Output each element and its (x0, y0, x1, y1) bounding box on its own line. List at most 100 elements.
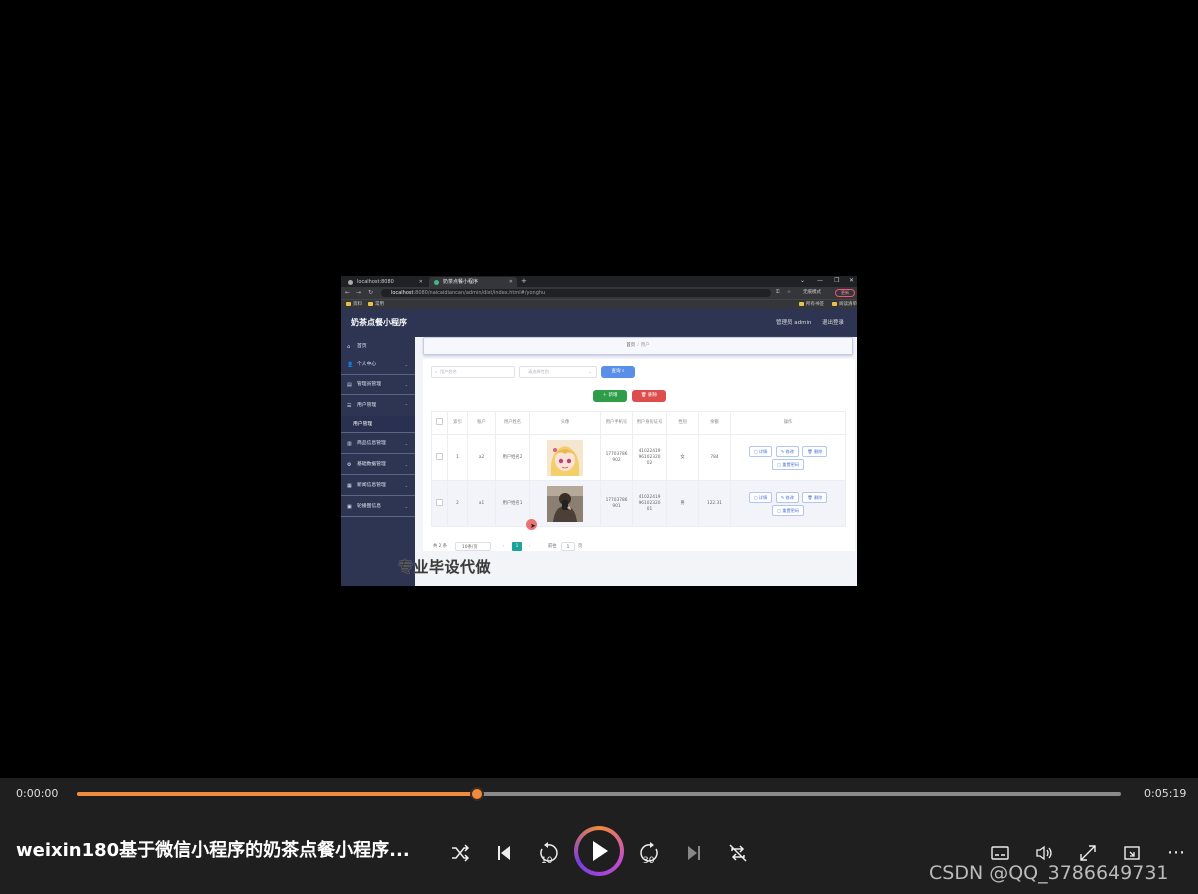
user-list-panel: ⌕ 用户姓名 请选择性别 ⌄ 查询 ⌕ ＋ 新增 🗑 删除 索引 账户 用户姓名… (423, 359, 855, 551)
column-header[interactable]: 用户姓名 (495, 411, 530, 435)
avatar-photo-image[interactable] (547, 485, 583, 522)
checkbox-icon (436, 418, 443, 425)
goods-icon: ▥ (347, 441, 352, 447)
page-size-select[interactable]: 10条/页 (455, 542, 491, 551)
action-label: 重置密码 (782, 507, 800, 513)
select-all-checkbox[interactable] (431, 411, 448, 435)
sidebar-item-basic-data[interactable]: ⚙ 基础数据管理 ⌄ (341, 455, 415, 475)
reset-password-button[interactable]: ▢ 重置密码 (771, 504, 805, 516)
subtitles-icon (991, 846, 1009, 860)
column-header[interactable]: 头像 (529, 411, 601, 435)
chevron-up-icon: ⌃ (404, 403, 408, 408)
minimize-icon[interactable]: — (817, 276, 823, 286)
breadcrumb: 首页 / 用户 (423, 337, 853, 355)
delete-button[interactable]: 🗑 删除 (802, 445, 828, 457)
table-row[interactable]: 2 a1 用户姓名1 17703786 901 41022419 9610232… (431, 480, 846, 527)
cell-actions: ▢ 详情 ✎ 修改 🗑 删除 ▢ 重置密码 (730, 480, 846, 527)
cell-id-number: 41022419 96102320 02 (632, 434, 667, 481)
column-header[interactable]: 性别 (666, 411, 699, 435)
forward-button[interactable]: 30 (637, 840, 663, 866)
column-header[interactable]: 用户身份证号 (632, 411, 667, 435)
forward-icon[interactable]: → (356, 287, 361, 299)
edit-button[interactable]: ✎ 修改 (775, 491, 799, 503)
row-checkbox[interactable] (431, 434, 448, 481)
logout-link[interactable]: 退出登录 (822, 309, 844, 337)
bookmark-all[interactable]: 所有书签 (799, 300, 824, 309)
previous-button[interactable] (491, 840, 517, 866)
bookmark-reading-list[interactable]: 阅读清单 (832, 300, 857, 309)
sidebar-item-news[interactable]: ▦ 新闻信息管理 ⌄ (341, 476, 415, 496)
input-placeholder: 用户姓名 (440, 369, 457, 374)
sidebar-item-users[interactable]: ☰ 用户管理 ⌃ (341, 396, 415, 416)
expand-icon (1080, 845, 1096, 861)
close-icon[interactable]: ✕ (509, 277, 513, 287)
close-window-icon[interactable]: ✕ (849, 276, 854, 286)
trash-icon: 🗑 (807, 494, 813, 500)
row-checkbox[interactable] (431, 480, 448, 527)
reload-icon[interactable]: ↻ (368, 287, 373, 299)
progress-thumb[interactable] (469, 787, 484, 801)
browser-address-bar: ← → ↻ localhost:8080/naicaidiancan/admin… (341, 287, 857, 299)
detail-button[interactable]: ▢ 详情 (748, 445, 773, 457)
breadcrumb-home[interactable]: 首页 (626, 343, 635, 348)
star-icon[interactable]: ☆ (787, 289, 791, 297)
progress-track[interactable] (77, 792, 1121, 796)
update-button[interactable]: 更新 (835, 289, 855, 297)
next-button[interactable] (681, 840, 707, 866)
repeat-off-icon (729, 844, 747, 862)
shuffle-button[interactable] (447, 840, 473, 866)
bookmark-folder[interactable]: 常用 (368, 300, 384, 309)
action-label: 重置密码 (782, 461, 800, 467)
current-user: 管理员 admin (776, 320, 812, 326)
play-button[interactable] (574, 826, 624, 876)
next-page-button[interactable]: › (525, 542, 534, 551)
rewind-button[interactable]: 10 (535, 840, 561, 866)
page-number-current[interactable]: 1 (512, 542, 522, 551)
back-icon[interactable]: ← (345, 287, 350, 299)
repeat-button[interactable] (725, 840, 751, 866)
reset-password-button[interactable]: ▢ 重置密码 (771, 458, 805, 470)
new-tab-button[interactable]: + (521, 276, 527, 287)
prev-page-button[interactable]: ‹ (499, 542, 508, 551)
cell-actions: ▢ 详情 ✎ 修改 🗑 删除 ▢ 重置密码 (730, 434, 846, 481)
sidebar-item-admin[interactable]: ▤ 管理员管理 ⌄ (341, 375, 415, 395)
progress-fill (77, 792, 477, 796)
more-icon: ⋯ (1167, 842, 1185, 863)
cell-phone: 17703786 902 (600, 434, 633, 481)
tab-label: localhost:8080 (357, 279, 394, 285)
close-icon[interactable]: ✕ (419, 277, 423, 287)
table-row[interactable]: 1 a2 用户姓名2 17703786 902 41022419 9610232… (431, 434, 846, 481)
detail-button[interactable]: ▢ 详情 (748, 491, 773, 503)
action-label: 删除 (813, 494, 823, 500)
trash-icon: 🗑 (807, 448, 813, 454)
edit-button[interactable]: ✎ 修改 (775, 445, 799, 457)
search-button[interactable]: 查询 ⌕ (601, 366, 635, 378)
sidebar-item-goods[interactable]: ▥ 商品信息管理 ⌄ (341, 434, 415, 454)
url-field[interactable]: localhost:8080/naicaidiancan/admin/dist/… (381, 289, 771, 297)
sidebar-item-home[interactable]: ⌂ 首页 (341, 337, 415, 357)
add-button[interactable]: ＋ 新增 (593, 390, 627, 402)
browser-tab-localhost[interactable]: localhost:8080 ✕ (343, 277, 427, 287)
sidebar-subitem-users[interactable]: 用户管理 (341, 416, 415, 433)
sidebar-item-label: 商品信息管理 (357, 441, 386, 446)
cell-name: 用户姓名1 (495, 480, 530, 527)
cell-account: a1 (467, 480, 496, 527)
avatar-anime-image[interactable] (547, 439, 583, 476)
sidebar-item-profile[interactable]: 👤 个人中心 ⌄ (341, 355, 415, 375)
bookmark-folder[interactable]: 资料 (346, 300, 362, 309)
column-header[interactable]: 索引 (447, 411, 468, 435)
delete-button[interactable]: 🗑 删除 (802, 491, 828, 503)
user-name-search-input[interactable]: ⌕ 用户姓名 (431, 366, 515, 378)
goto-page-input[interactable]: 1 (561, 542, 575, 551)
tab-search-icon[interactable]: ⌄ (800, 276, 805, 286)
gender-select[interactable]: 请选择性别 ⌄ (519, 366, 597, 378)
key-icon[interactable]: ⚿ (776, 289, 779, 297)
maximize-icon[interactable]: ❐ (834, 276, 839, 286)
batch-delete-button[interactable]: 🗑 删除 (632, 390, 666, 402)
column-header[interactable]: 余额 (698, 411, 731, 435)
column-header[interactable]: 账户 (467, 411, 496, 435)
sidebar-item-carousel[interactable]: ▣ 轮播图信息 ⌄ (341, 497, 415, 517)
browser-tab-app[interactable]: 奶茶点餐小程序 ✕ (429, 277, 517, 287)
cell-account: a2 (467, 434, 496, 481)
column-header[interactable]: 用户手机号 (600, 411, 633, 435)
